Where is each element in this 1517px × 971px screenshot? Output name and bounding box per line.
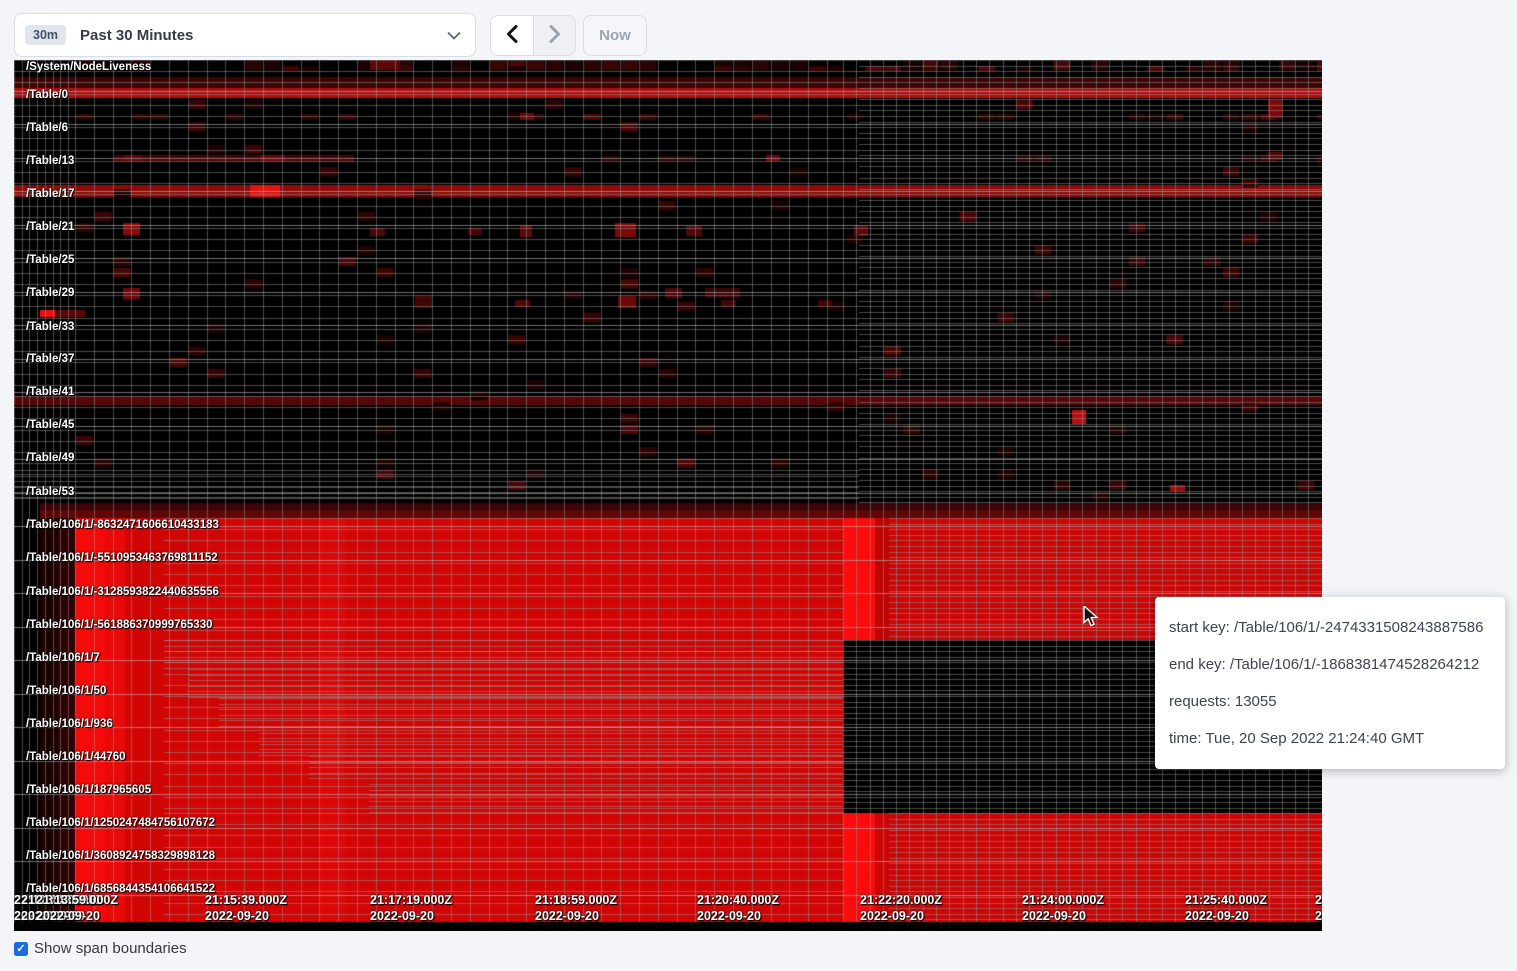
tooltip-requests: requests: 13055 (1169, 683, 1491, 720)
time-range-badge: 30m (25, 25, 66, 46)
span-boundaries-row: ✓ Show span boundaries (14, 940, 187, 957)
tooltip-time: time: Tue, 20 Sep 2022 21:24:40 GMT (1169, 720, 1491, 757)
toolbar: 30m Past 30 Minutes Now (0, 0, 1517, 60)
chevron-left-icon (506, 25, 518, 46)
time-range-label: Past 30 Minutes (80, 27, 447, 44)
chevron-down-icon (447, 31, 461, 40)
next-window-button[interactable] (533, 16, 575, 55)
tooltip-end-key: end key: /Table/106/1/-18683814745282642… (1169, 646, 1491, 683)
show-span-boundaries-label: Show span boundaries (34, 940, 187, 957)
range-tooltip: start key: /Table/106/1/-247433150824388… (1155, 597, 1505, 769)
prev-window-button[interactable] (491, 16, 533, 55)
time-nav-group (490, 15, 576, 56)
show-span-boundaries-checkbox[interactable]: ✓ (14, 942, 28, 956)
key-visualizer: /System/NodeLiveness/Table/0/Table/6/Tab… (14, 60, 1322, 931)
tooltip-start-key: start key: /Table/106/1/-247433150824388… (1169, 609, 1491, 646)
time-range-select[interactable]: 30m Past 30 Minutes (14, 13, 476, 57)
chevron-right-icon (549, 25, 561, 46)
heatmap-canvas[interactable] (14, 60, 1322, 931)
now-button[interactable]: Now (583, 15, 647, 56)
